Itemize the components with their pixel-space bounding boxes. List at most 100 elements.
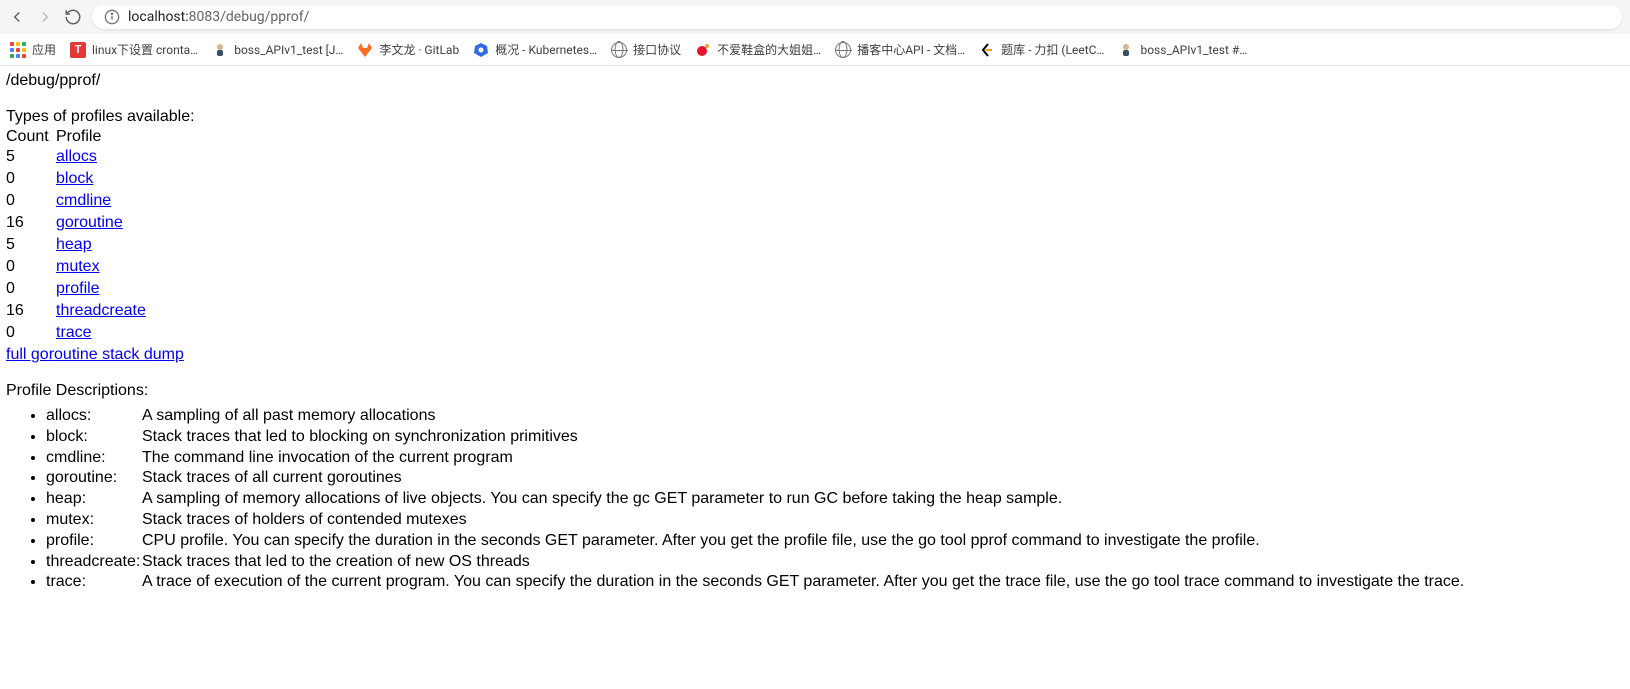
desc-name: block: [46, 427, 142, 448]
gitlab-icon [357, 42, 373, 58]
table-row: 16threadcreate [6, 300, 152, 322]
table-row: 0profile [6, 278, 152, 300]
list-item: threadcreate:Stack traces that led to th… [46, 552, 1624, 573]
list-item: profile:CPU profile. You can specify the… [46, 531, 1624, 552]
profile-count: 0 [6, 322, 56, 344]
profile-count: 16 [6, 212, 56, 234]
bookmark-item[interactable]: 接口协议 [611, 41, 681, 58]
count-header: Count [6, 128, 56, 146]
table-row: 16goroutine [6, 212, 152, 234]
back-button[interactable] [8, 8, 26, 26]
profile-header: Profile [56, 128, 152, 146]
bookmark-item[interactable]: 概况 - Kubernetes… [473, 41, 597, 58]
profile-count: 0 [6, 190, 56, 212]
list-item: trace:A trace of execution of the curren… [46, 572, 1624, 593]
kubernetes-icon [473, 42, 489, 58]
profile-count: 16 [6, 300, 56, 322]
globe-icon [835, 42, 851, 58]
info-icon [104, 9, 120, 25]
bookmark-bar: 应用 T linux下设置 cronta… boss_APIv1_test [J… [0, 34, 1630, 65]
profile-table: Count Profile 5allocs0block0cmdline16gor… [6, 128, 152, 344]
desc-text: Stack traces of all current goroutines [142, 468, 1624, 489]
table-row: 0trace [6, 322, 152, 344]
list-item: cmdline:The command line invocation of t… [46, 448, 1624, 469]
bookmark-label: 概况 - Kubernetes… [495, 41, 597, 58]
desc-name: cmdline: [46, 448, 142, 469]
profile-link-profile[interactable]: profile [56, 280, 100, 297]
desc-text: A sampling of all past memory allocation… [142, 406, 1624, 427]
list-item: block:Stack traces that led to blocking … [46, 427, 1624, 448]
bookmark-item[interactable]: boss_APIv1_test #… [1118, 42, 1247, 58]
url-bar[interactable]: localhost:8083/debug/pprof/ [92, 5, 1622, 29]
bookmark-item[interactable]: 播客中心API - 文档… [835, 41, 965, 58]
desc-heading: Profile Descriptions: [6, 382, 1624, 400]
profile-link-mutex[interactable]: mutex [56, 258, 100, 275]
jenkins-icon [212, 42, 228, 58]
profile-count: 5 [6, 146, 56, 168]
bookmark-item[interactable]: 不爱鞋盒的大姐姐… [695, 41, 821, 58]
desc-text: Stack traces that led to the creation of… [142, 552, 1624, 573]
t-icon: T [70, 42, 86, 58]
bookmark-label: boss_APIv1_test #… [1140, 43, 1247, 57]
desc-text: The command line invocation of the curre… [142, 448, 1624, 469]
bookmark-label: boss_APIv1_test [J… [234, 43, 343, 57]
desc-name: trace: [46, 572, 142, 593]
list-item: goroutine:Stack traces of all current go… [46, 468, 1624, 489]
bookmark-label: 接口协议 [633, 41, 681, 58]
profile-link-block[interactable]: block [56, 170, 93, 187]
bookmark-item[interactable]: T linux下设置 cronta… [70, 41, 198, 58]
bookmark-label: 题库 - 力扣 (LeetC… [1001, 41, 1104, 58]
desc-text: Stack traces that led to blocking on syn… [142, 427, 1624, 448]
globe-icon [611, 42, 627, 58]
bookmark-item[interactable]: 题库 - 力扣 (LeetC… [979, 41, 1104, 58]
description-list: allocs:A sampling of all past memory all… [6, 406, 1624, 593]
weibo-icon [695, 42, 711, 58]
desc-name: mutex: [46, 510, 142, 531]
profile-link-allocs[interactable]: allocs [56, 148, 97, 165]
desc-name: profile: [46, 531, 142, 552]
list-item: heap:A sampling of memory allocations of… [46, 489, 1624, 510]
list-item: allocs:A sampling of all past memory all… [46, 406, 1624, 427]
browser-toolbar: localhost:8083/debug/pprof/ [0, 0, 1630, 34]
desc-name: goroutine: [46, 468, 142, 489]
bookmark-item[interactable]: 李文龙 · GitLab [357, 41, 459, 58]
profile-link-trace[interactable]: trace [56, 324, 92, 341]
table-row: 5allocs [6, 146, 152, 168]
bookmark-item[interactable]: boss_APIv1_test [J… [212, 42, 343, 58]
profile-link-threadcreate[interactable]: threadcreate [56, 302, 146, 319]
apps-label: 应用 [32, 41, 56, 58]
page-title: /debug/pprof/ [6, 72, 1624, 90]
bookmark-label: 播客中心API - 文档… [857, 41, 965, 58]
desc-name: heap: [46, 489, 142, 510]
jenkins-icon [1118, 42, 1134, 58]
table-header-row: Count Profile [6, 128, 152, 146]
url-text: localhost:8083/debug/pprof/ [128, 9, 309, 25]
table-row: 0mutex [6, 256, 152, 278]
list-item: mutex:Stack traces of holders of contend… [46, 510, 1624, 531]
reload-button[interactable] [64, 8, 82, 26]
bookmark-label: 不爱鞋盒的大姐姐… [717, 41, 821, 58]
table-row: 0block [6, 168, 152, 190]
bookmark-label: linux下设置 cronta… [92, 41, 198, 58]
leetcode-icon [979, 42, 995, 58]
desc-text: Stack traces of holders of contended mut… [142, 510, 1624, 531]
bookmark-label: 李文龙 · GitLab [379, 41, 459, 58]
forward-button[interactable] [36, 8, 54, 26]
table-row: 5heap [6, 234, 152, 256]
desc-name: allocs: [46, 406, 142, 427]
browser-chrome: localhost:8083/debug/pprof/ 应用 T linux下设… [0, 0, 1630, 66]
full-goroutine-dump-link[interactable]: full goroutine stack dump [6, 346, 184, 364]
desc-text: A trace of execution of the current prog… [142, 572, 1624, 593]
profile-count: 5 [6, 234, 56, 256]
profile-link-heap[interactable]: heap [56, 236, 92, 253]
desc-text: CPU profile. You can specify the duratio… [142, 531, 1624, 552]
apps-button[interactable]: 应用 [10, 41, 56, 58]
apps-icon [10, 42, 26, 58]
table-row: 0cmdline [6, 190, 152, 212]
profile-link-goroutine[interactable]: goroutine [56, 214, 123, 231]
profile-count: 0 [6, 168, 56, 190]
profile-link-cmdline[interactable]: cmdline [56, 192, 111, 209]
types-heading: Types of profiles available: [6, 108, 1624, 126]
desc-text: A sampling of memory allocations of live… [142, 489, 1624, 510]
profile-count: 0 [6, 256, 56, 278]
